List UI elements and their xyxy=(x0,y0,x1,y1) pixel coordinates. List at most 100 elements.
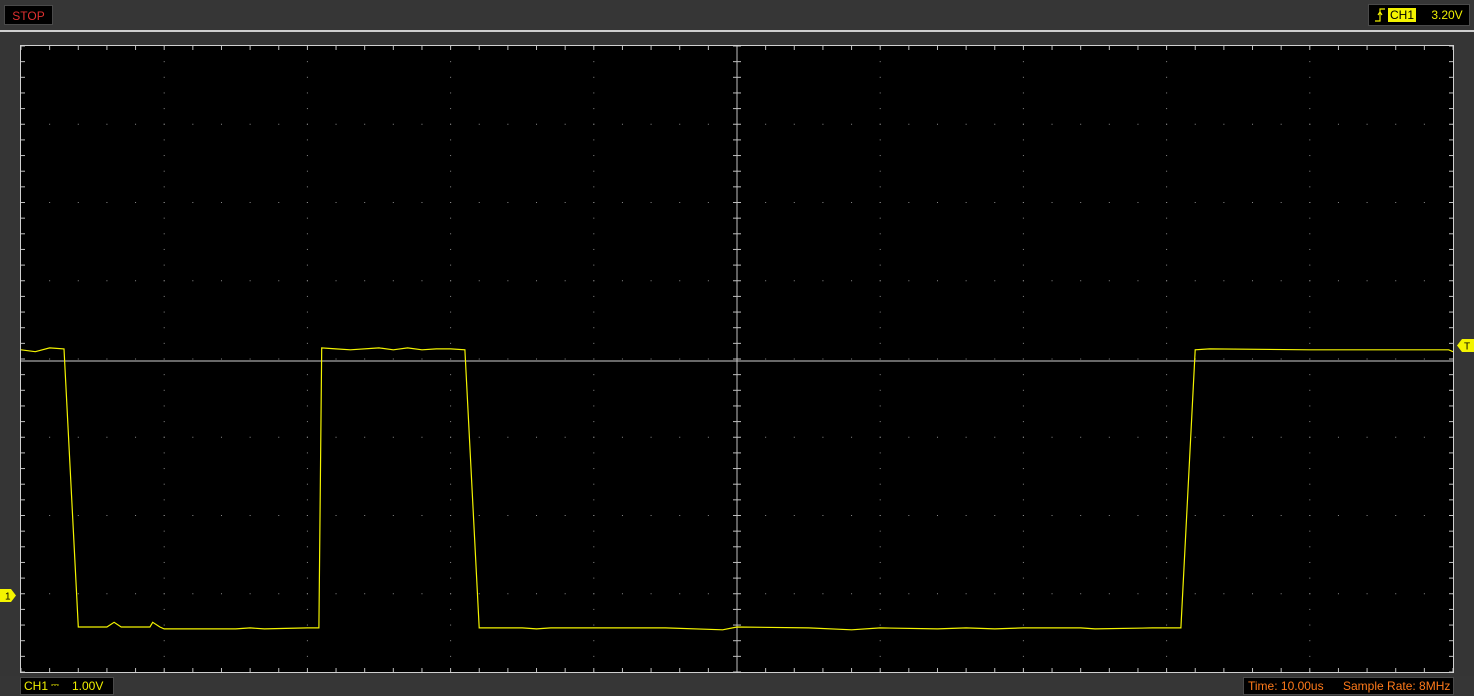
grid-dot xyxy=(1252,358,1254,360)
grid-dot xyxy=(163,233,165,235)
grid-dot xyxy=(879,327,881,329)
grid-dot xyxy=(249,593,251,595)
grid-dot xyxy=(77,515,79,516)
grid-dot xyxy=(163,374,165,376)
grid-dot xyxy=(1366,358,1368,360)
trigger-info[interactable]: CH1 3.20V xyxy=(1368,4,1470,26)
grid-dot xyxy=(1337,358,1339,360)
grid-dot xyxy=(879,389,881,391)
grid-dot xyxy=(879,155,881,157)
grid-dot xyxy=(793,358,795,360)
grid-dot xyxy=(1166,186,1168,188)
grid-dot xyxy=(1166,280,1168,282)
grid-dot xyxy=(1309,593,1311,595)
grid-dot xyxy=(593,499,595,501)
grid-dot xyxy=(1137,436,1139,438)
grid-dot xyxy=(879,530,881,532)
grid-dot xyxy=(1166,405,1168,407)
channel-scale[interactable]: CH1 ⎓ 1.00V xyxy=(20,677,114,695)
grid-dot xyxy=(879,61,881,63)
grid-dot xyxy=(793,123,795,125)
grid-dot xyxy=(908,593,910,595)
grid-dot xyxy=(1366,202,1368,203)
grid-dot xyxy=(1166,61,1168,63)
grid-dot xyxy=(306,389,308,391)
grid-dot xyxy=(1423,515,1425,516)
grid-dot xyxy=(163,342,165,344)
top-toolbar xyxy=(0,0,1474,31)
grid-dot xyxy=(1337,123,1339,125)
grid-dot xyxy=(1166,108,1168,110)
grid-dot xyxy=(1252,202,1254,203)
ground-marker[interactable]: 1 xyxy=(0,589,16,602)
grid-dot xyxy=(1166,452,1168,454)
grid-dot xyxy=(306,342,308,344)
grid-dot xyxy=(1309,515,1311,516)
timebase-info[interactable]: Time: 10.00us Sample Rate: 8MHz xyxy=(1243,677,1454,695)
grid-dot xyxy=(851,593,853,595)
grid-dot xyxy=(163,436,165,438)
grid-dot xyxy=(450,311,452,313)
grid-dot xyxy=(306,515,308,516)
grid-dot xyxy=(536,358,538,360)
grid-dot xyxy=(936,593,938,595)
grid-dot xyxy=(1309,202,1311,203)
grid-dot xyxy=(450,280,452,282)
grid-dot xyxy=(163,499,165,501)
grid-dot xyxy=(135,202,137,203)
grid-dot xyxy=(1080,515,1082,516)
grid-dot xyxy=(936,280,938,282)
grid-dot xyxy=(1022,499,1024,501)
grid-dot xyxy=(392,123,394,125)
grid-dot xyxy=(192,280,194,282)
grid-dot xyxy=(879,170,881,172)
grid-dot xyxy=(450,389,452,391)
grid-dot xyxy=(1280,280,1282,282)
grid-dot xyxy=(1137,593,1139,595)
grid-dot xyxy=(163,264,165,266)
grid-dot xyxy=(851,202,853,203)
grid-dot xyxy=(1309,640,1311,642)
trigger-level-marker[interactable]: T xyxy=(1457,339,1474,352)
grid-dot xyxy=(1280,358,1282,360)
grid-dot xyxy=(1309,499,1311,501)
grid-dot xyxy=(450,405,452,407)
grid-dot xyxy=(1022,593,1024,595)
waveform-plot[interactable] xyxy=(21,46,1453,672)
grid-dot xyxy=(1166,264,1168,266)
grid-dot xyxy=(593,436,595,438)
grid-dot xyxy=(879,76,881,78)
grid-dot xyxy=(163,577,165,579)
grid-dot xyxy=(1309,248,1311,250)
grid-dot xyxy=(707,515,709,516)
grid-dot xyxy=(106,202,108,203)
sample-rate: Sample Rate: 8MHz xyxy=(1343,679,1451,693)
grid-dot xyxy=(306,499,308,501)
grid-dot xyxy=(450,92,452,94)
grid-dot xyxy=(306,358,308,360)
grid-dot xyxy=(593,421,595,423)
grid-dot xyxy=(306,561,308,563)
grid-dot xyxy=(593,358,595,360)
grid-dot xyxy=(1022,468,1024,470)
grid-dot xyxy=(1194,593,1196,595)
grid-dot xyxy=(593,577,595,579)
grid-dot xyxy=(564,515,566,516)
grid-dot xyxy=(1108,280,1110,282)
grid-dot xyxy=(1166,139,1168,141)
grid-dot xyxy=(1022,186,1024,188)
grid-dot xyxy=(77,280,79,282)
run-stop-status[interactable]: STOP xyxy=(4,5,53,25)
grid-dot xyxy=(593,593,595,595)
grid-dot xyxy=(450,202,452,203)
grid-dot xyxy=(163,530,165,532)
waveform-display[interactable] xyxy=(20,45,1454,673)
grid-dot xyxy=(450,233,452,235)
grid-dot xyxy=(593,389,595,391)
grid-dot xyxy=(163,468,165,470)
grid-dot xyxy=(679,593,681,595)
grid-dot xyxy=(364,358,366,360)
grid-dot xyxy=(306,593,308,595)
grid-dot xyxy=(192,123,194,125)
grid-dot xyxy=(879,123,881,125)
